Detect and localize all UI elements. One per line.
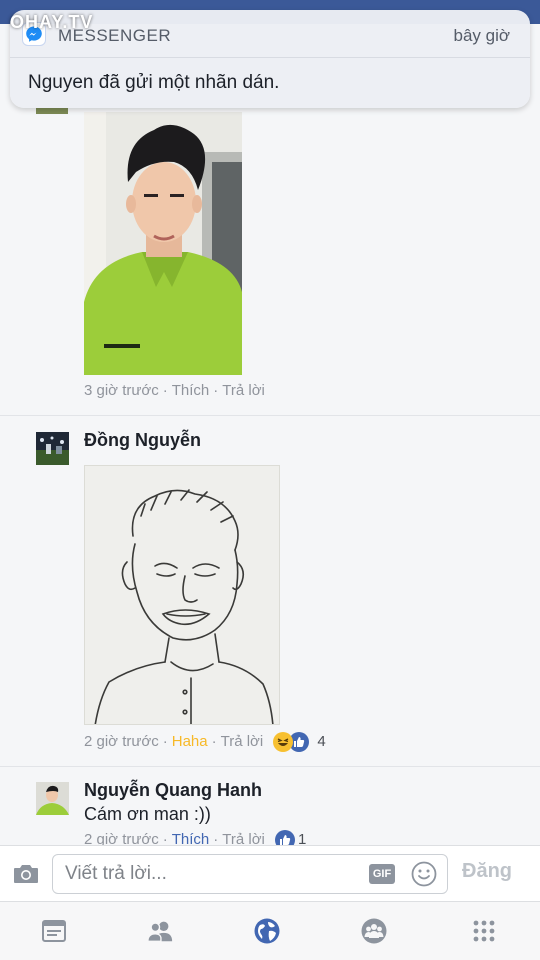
post-button[interactable]: Đăng — [462, 860, 512, 883]
comment-divider — [0, 766, 540, 767]
comment-meta: 3 giờ trước · Thích · Trả lời — [84, 382, 265, 399]
haha-reaction-link[interactable]: Haha — [172, 733, 208, 750]
watermark-text: OHAY.TV — [10, 12, 94, 32]
commenter-name[interactable]: Nguyễn Quang Hanh — [84, 780, 262, 801]
like-link[interactable]: Thích — [172, 382, 210, 399]
comment-photo-selfie[interactable] — [84, 112, 242, 375]
comments-thread[interactable]: 3 giờ trước · Thích · Trả lời Đồng Nguyễn — [0, 108, 540, 845]
comment-photo-sketch[interactable] — [84, 465, 280, 725]
reply-link[interactable]: Trả lời — [222, 831, 265, 845]
reaction-summary[interactable] — [275, 830, 297, 845]
tab-news-feed[interactable] — [40, 917, 68, 945]
emoji-icon[interactable] — [411, 861, 437, 887]
like-link[interactable]: Thích — [172, 831, 210, 845]
comment-meta: 2 giờ trước · Thích · Trả lời 1 — [84, 830, 306, 845]
comment-text: Cám ơn man :)) — [84, 804, 211, 824]
comment-time: 2 giờ trước — [84, 732, 159, 750]
camera-icon[interactable] — [12, 862, 40, 886]
watermark-logo: OHAY.TV — [10, 12, 93, 33]
like-thumb-icon — [275, 830, 296, 845]
groups-icon — [361, 918, 387, 944]
tab-notifications[interactable] — [253, 917, 281, 945]
globe-icon — [254, 918, 280, 944]
avatar-nguyen-quang-hanh[interactable] — [36, 782, 69, 815]
reply-link[interactable]: Trả lời — [221, 733, 264, 750]
reaction-count: 4 — [317, 732, 326, 750]
comment-time: 2 giờ trước — [84, 830, 159, 845]
avatar-dong-nguyen[interactable] — [36, 432, 69, 465]
notification-time: bây giờ — [453, 26, 510, 45]
tab-friends[interactable] — [146, 917, 174, 945]
menu-grid-icon — [473, 920, 495, 942]
reply-link[interactable]: Trả lời — [222, 382, 265, 399]
tab-menu[interactable] — [470, 917, 498, 945]
news-feed-icon — [42, 920, 66, 942]
bottom-tab-bar — [0, 901, 540, 960]
gif-button[interactable]: GIF — [369, 864, 395, 884]
commenter-name[interactable]: Đồng Nguyễn — [84, 430, 201, 451]
comment-meta: 2 giờ trước · Haha · Trả lời 4 — [84, 732, 326, 752]
reaction-summary[interactable] — [273, 732, 313, 752]
friends-icon — [147, 921, 173, 942]
avatar — [36, 108, 68, 114]
reply-composer: GIF Đăng — [0, 845, 540, 901]
haha-emoji-icon — [273, 732, 294, 752]
comment-time: 3 giờ trước — [84, 382, 159, 399]
comment-divider — [0, 415, 540, 416]
tab-groups[interactable] — [360, 917, 388, 945]
notification-message: Nguyen đã gửi một nhãn dán. — [28, 72, 280, 93]
reaction-count: 1 — [298, 830, 307, 845]
